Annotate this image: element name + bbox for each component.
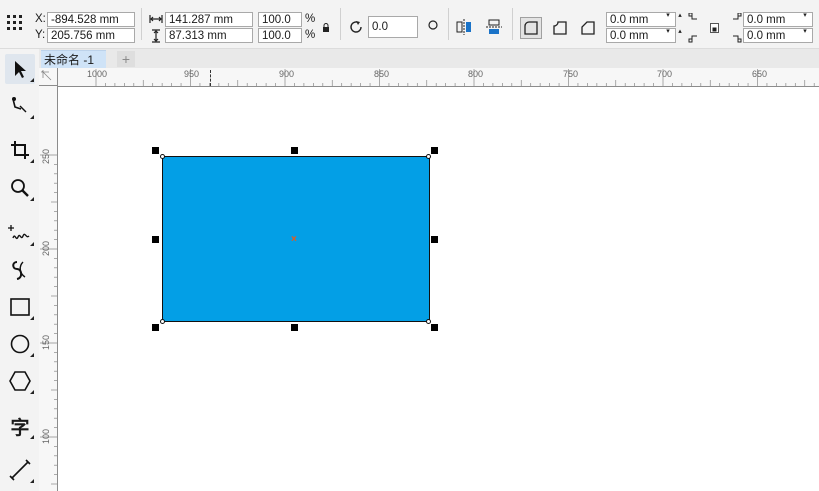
degree-icon (428, 20, 438, 30)
selection-handle-bottom-left[interactable] (152, 324, 159, 331)
dimension-tool[interactable] (5, 455, 35, 485)
toolbox: 字 (0, 49, 40, 491)
horizontal-ruler-ticks (95, 69, 815, 86)
scallop-corner-icon[interactable] (549, 17, 571, 39)
corner-node[interactable] (426, 154, 431, 159)
ruler-label: 250 (41, 148, 51, 164)
object-origin-icon[interactable] (6, 14, 24, 32)
scale-width-field[interactable]: 100.0 (258, 12, 302, 27)
ruler-label: 1000 (87, 69, 108, 79)
selection-handle-left[interactable] (152, 236, 159, 243)
selection-handle-right[interactable] (431, 236, 438, 243)
shape-tool[interactable] (5, 91, 35, 121)
spin-down-arrow[interactable]: ▾ (663, 28, 673, 43)
vertical-ruler[interactable]: 250 200 150 100 (39, 86, 58, 491)
chamfer-corner-icon[interactable] (577, 17, 599, 39)
zoom-icon (11, 179, 29, 197)
cursor-position-marker (210, 70, 211, 86)
ruler-origin-icon (41, 70, 52, 81)
dimension-icon (9, 459, 31, 481)
ruler-label: 200 (41, 240, 51, 256)
spin-down-arrow[interactable]: ▾ (800, 28, 810, 43)
y-position-field[interactable]: 205.756 mm (47, 28, 135, 43)
document-tab-bar: 未命名 -1 + (39, 49, 819, 69)
ruler-label: 750 (563, 69, 579, 79)
selection-handle-top[interactable] (291, 147, 298, 154)
spin-up-arrow[interactable]: ▴ (675, 28, 685, 43)
ruler-label: 100 (41, 428, 51, 444)
ruler-label: 900 (279, 69, 295, 79)
ruler-label: 150 (41, 334, 51, 350)
scale-height-field[interactable]: 100.0 (258, 28, 302, 43)
x-label: X: (35, 13, 46, 25)
freehand-tool[interactable] (5, 218, 35, 248)
artistic-media-tool[interactable] (5, 255, 35, 285)
pointer-icon (15, 61, 26, 78)
spin-down-arrow[interactable]: ▾ (800, 12, 810, 27)
polygon-icon (9, 371, 31, 391)
separator (512, 8, 513, 40)
rectangle-tool[interactable] (5, 292, 35, 322)
selection-handle-bottom-right[interactable] (431, 324, 438, 331)
center-marker-icon[interactable]: × (291, 235, 297, 245)
percent-label: % (305, 29, 316, 41)
ellipse-tool[interactable] (5, 329, 35, 359)
pick-tool[interactable] (5, 54, 35, 84)
corner-position-icons-right (733, 13, 742, 43)
width-field[interactable]: 141.287 mm (165, 12, 253, 27)
ruler-label: 650 (752, 69, 768, 79)
corner-position-icons (688, 13, 697, 43)
property-bar: X: Y: -894.528 mm 205.756 mm 141.287 mm … (0, 0, 819, 49)
ellipse-icon (10, 334, 30, 354)
text-tool[interactable]: 字 (5, 411, 35, 441)
text-tool-glyph: 字 (10, 416, 30, 439)
selection-handle-bottom[interactable] (291, 324, 298, 331)
polygon-tool[interactable] (5, 366, 35, 396)
ruler-label: 700 (657, 69, 673, 79)
crop-tool[interactable] (5, 135, 35, 165)
height-icon (152, 29, 160, 43)
ruler-corner[interactable] (39, 68, 58, 86)
zoom-tool[interactable] (5, 173, 35, 203)
crop-icon (11, 141, 29, 159)
artistic-media-icon (12, 261, 26, 280)
percent-label: % (305, 13, 316, 25)
separator (141, 8, 142, 40)
ruler-label: 950 (184, 69, 200, 79)
rotation-field[interactable]: 0.0 (368, 16, 418, 38)
separator (340, 8, 341, 40)
mirror-vertical-icon[interactable] (485, 18, 503, 36)
corner-node[interactable] (160, 319, 165, 324)
rotate-icon (350, 21, 362, 33)
corner-node[interactable] (160, 154, 165, 159)
selection-handle-top-right[interactable] (431, 147, 438, 154)
separator (448, 8, 449, 40)
ruler-label: 850 (374, 69, 390, 79)
width-icon (149, 15, 163, 23)
round-corner-icon[interactable] (520, 17, 542, 39)
add-document-button[interactable]: + (117, 51, 135, 67)
shape-edit-icon (12, 97, 27, 113)
lock-ratio-icon[interactable] (322, 23, 330, 32)
document-tab[interactable]: 未命名 -1 (41, 50, 107, 69)
lock-corners-icon[interactable] (710, 23, 719, 33)
height-field[interactable]: 87.313 mm (165, 28, 253, 43)
selection-handle-top-left[interactable] (152, 147, 159, 154)
spin-down-arrow[interactable]: ▾ (663, 12, 673, 27)
horizontal-ruler[interactable]: 1000 950 900 850 800 750 700 650 (58, 68, 819, 87)
ruler-label: 800 (468, 69, 484, 79)
spin-up-arrow[interactable]: ▴ (675, 12, 685, 27)
mirror-horizontal-icon[interactable] (455, 18, 473, 36)
freehand-icon (8, 225, 30, 240)
y-label: Y: (35, 29, 46, 41)
rectangle-icon (10, 298, 30, 316)
x-position-field[interactable]: -894.528 mm (47, 12, 135, 27)
